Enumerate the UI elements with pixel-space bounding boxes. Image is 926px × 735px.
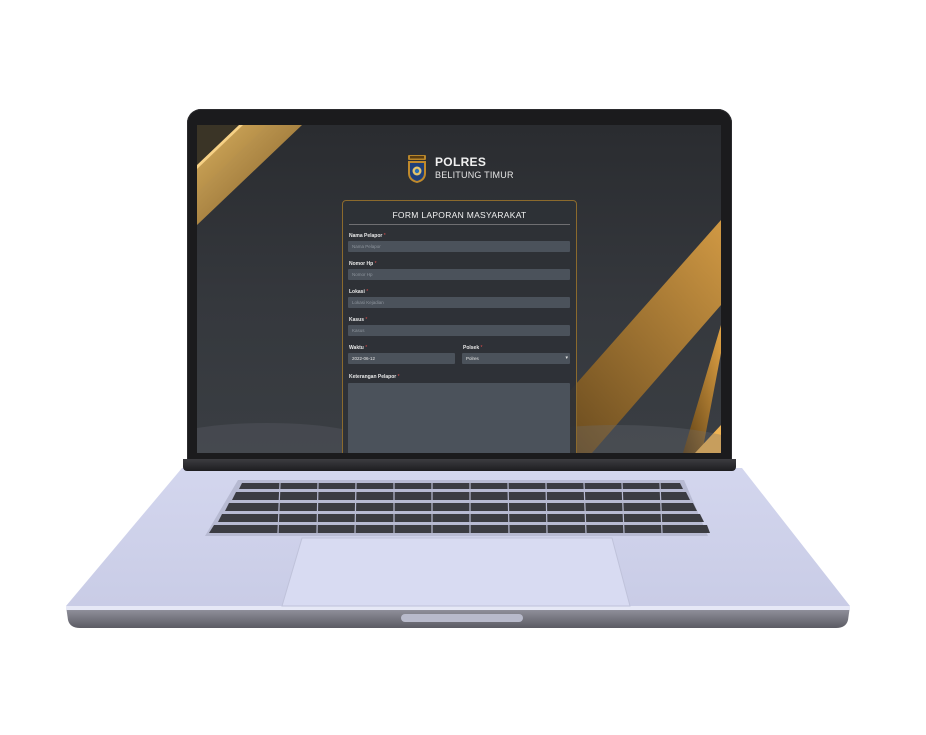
- lokasi-label-text: Lokasi: [349, 289, 365, 295]
- polsek-label: Polsek *: [463, 345, 482, 351]
- polsek-select[interactable]: Polres ▾: [462, 353, 570, 364]
- laptop-screen: POLRES BELITUNG TIMUR FORM LAPORAN MASYA…: [197, 125, 721, 453]
- keterangan-textarea[interactable]: [348, 383, 570, 453]
- brand-subtitle: BELITUNG TIMUR: [435, 170, 514, 180]
- form-divider: [349, 224, 570, 225]
- kasus-label-text: Kasus: [349, 317, 365, 323]
- nama-pelapor-input[interactable]: Nama Pelapor: [348, 241, 570, 252]
- waktu-label: Waktu *: [349, 345, 367, 351]
- required-mark: *: [365, 317, 368, 323]
- chevron-down-icon: ▾: [565, 355, 568, 361]
- nomor-hp-input[interactable]: Nomor Hp: [348, 269, 570, 280]
- nomor-hp-label: Nomor Hp *: [349, 261, 377, 267]
- lokasi-label: Lokasi *: [349, 289, 368, 295]
- police-shield-emblem-icon: [408, 155, 426, 183]
- kasus-label: Kasus *: [349, 317, 367, 323]
- required-mark: *: [383, 233, 386, 239]
- polsek-label-text: Polsek: [463, 345, 480, 351]
- keterangan-label-text: Keterangan Pelapor: [349, 374, 397, 380]
- required-mark: *: [480, 345, 483, 351]
- required-mark: *: [366, 289, 369, 295]
- kasus-input[interactable]: Kasus: [348, 325, 570, 336]
- nomor-hp-label-text: Nomor Hp: [349, 261, 374, 267]
- waktu-label-text: Waktu: [349, 345, 364, 351]
- required-mark: *: [365, 345, 368, 351]
- waktu-date-input[interactable]: 2022-06-12: [348, 353, 455, 364]
- nama-pelapor-label: Nama Pelapor *: [349, 233, 386, 239]
- form-title: FORM LAPORAN MASYARAKAT: [392, 210, 527, 220]
- laptop-hinge: [183, 459, 736, 471]
- keterangan-label: Keterangan Pelapor *: [349, 374, 400, 380]
- polsek-selected-value: Polres: [466, 356, 479, 361]
- required-mark: *: [397, 374, 400, 380]
- brand-title: POLRES: [435, 155, 487, 169]
- nama-pelapor-label-text: Nama Pelapor: [349, 233, 383, 239]
- lokasi-input[interactable]: Lokasi Kejadian: [348, 297, 570, 308]
- required-mark: *: [374, 261, 377, 267]
- report-form: FORM LAPORAN MASYARAKAT Nama Pelapor * N…: [342, 200, 577, 453]
